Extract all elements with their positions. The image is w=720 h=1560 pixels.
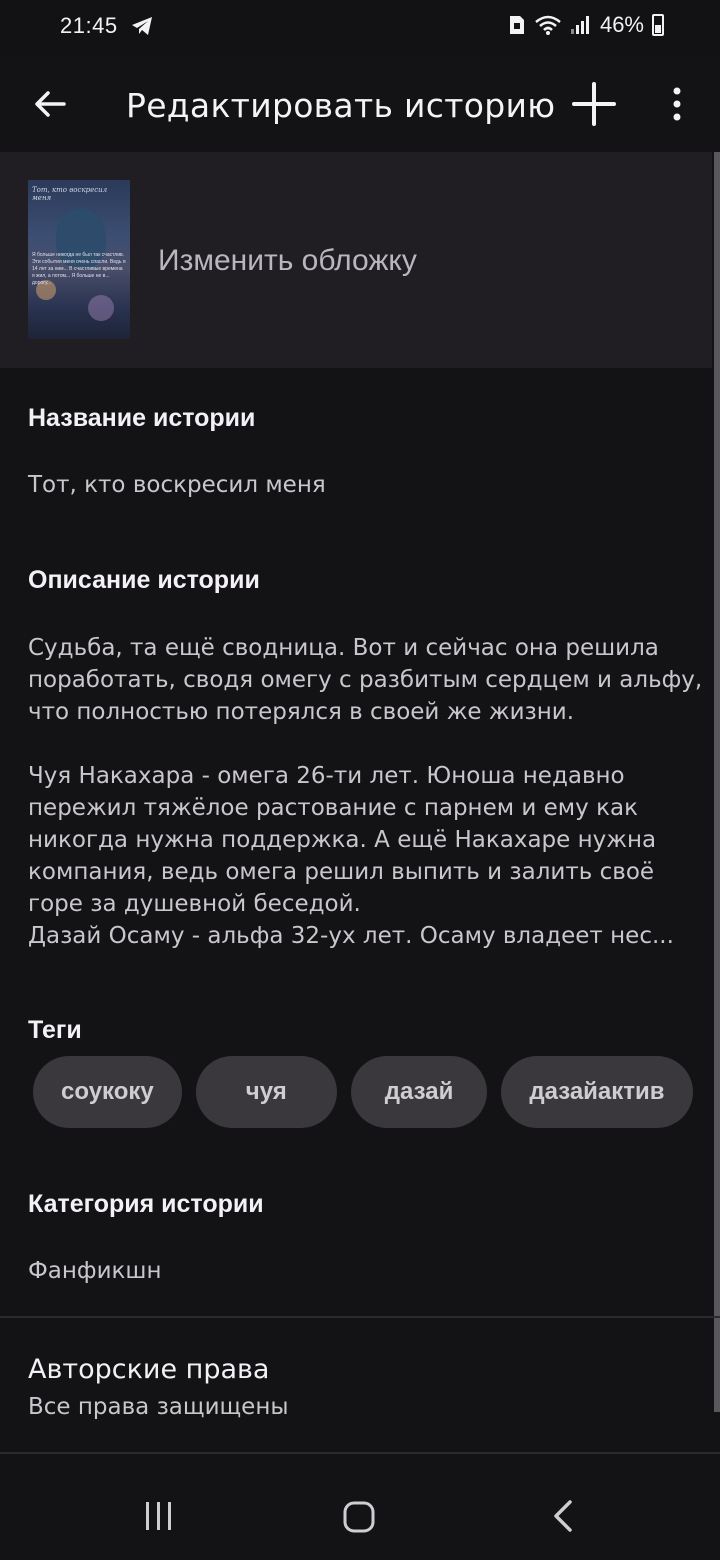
category-field[interactable]: Фанфикшн xyxy=(28,1258,162,1284)
tag-chip[interactable]: дазай xyxy=(350,1056,488,1128)
nav-back-icon[interactable] xyxy=(548,1498,578,1534)
cover-thumbnail[interactable]: Тот, кто воскресил меня Я больше никогда… xyxy=(28,180,130,339)
story-description-field[interactable]: Судьба, та ещё сводница. Вот и сейчас он… xyxy=(28,632,704,952)
copyright-heading: Авторские права xyxy=(28,1354,270,1385)
change-cover-label: Изменить обложку xyxy=(158,244,417,277)
story-description-heading: Описание истории xyxy=(28,566,260,594)
copyright-value: Все права защищены xyxy=(28,1394,289,1420)
more-options-icon[interactable] xyxy=(660,82,694,126)
divider xyxy=(0,1316,720,1318)
battery-icon xyxy=(652,14,664,36)
back-arrow-icon[interactable] xyxy=(28,82,72,126)
status-indicators: 46% xyxy=(508,12,664,38)
tag-chip[interactable]: чуя xyxy=(195,1056,337,1128)
telegram-icon xyxy=(132,17,152,35)
status-time: 21:45 xyxy=(60,13,118,38)
status-bar: 21:45 46% xyxy=(0,0,720,56)
tags-heading: Теги xyxy=(28,1016,82,1044)
cover-bokeh xyxy=(88,295,114,321)
recent-apps-icon[interactable] xyxy=(142,1500,176,1532)
cover-thumb-title: Тот, кто воскресил меня xyxy=(32,186,108,202)
add-icon[interactable] xyxy=(570,80,618,128)
sim-icon xyxy=(509,16,524,34)
wifi-icon xyxy=(535,15,561,35)
divider xyxy=(0,1452,720,1454)
change-cover-row[interactable]: Тот, кто воскресил меня Я больше никогда… xyxy=(0,152,712,368)
app-bar: Редактировать историю xyxy=(0,56,720,152)
tags-list: соукоку чуя дазай дазайактив xyxy=(33,1056,693,1128)
system-nav-bar xyxy=(0,1456,720,1560)
tag-chip[interactable]: соукоку xyxy=(33,1056,182,1128)
page-title: Редактировать историю xyxy=(126,86,556,125)
cover-thumb-text: Я больше никогда не был так счастлив. Эт… xyxy=(32,252,126,286)
scrollbar[interactable] xyxy=(714,152,720,1412)
signal-icon xyxy=(570,16,589,34)
home-icon[interactable] xyxy=(342,1500,376,1534)
story-title-field[interactable]: Тот, кто воскресил меня xyxy=(28,472,326,498)
category-heading: Категория истории xyxy=(28,1190,264,1218)
story-title-heading: Название истории xyxy=(28,404,256,432)
battery-percent: 46% xyxy=(599,12,644,37)
tag-chip[interactable]: дазайактив xyxy=(501,1056,693,1128)
